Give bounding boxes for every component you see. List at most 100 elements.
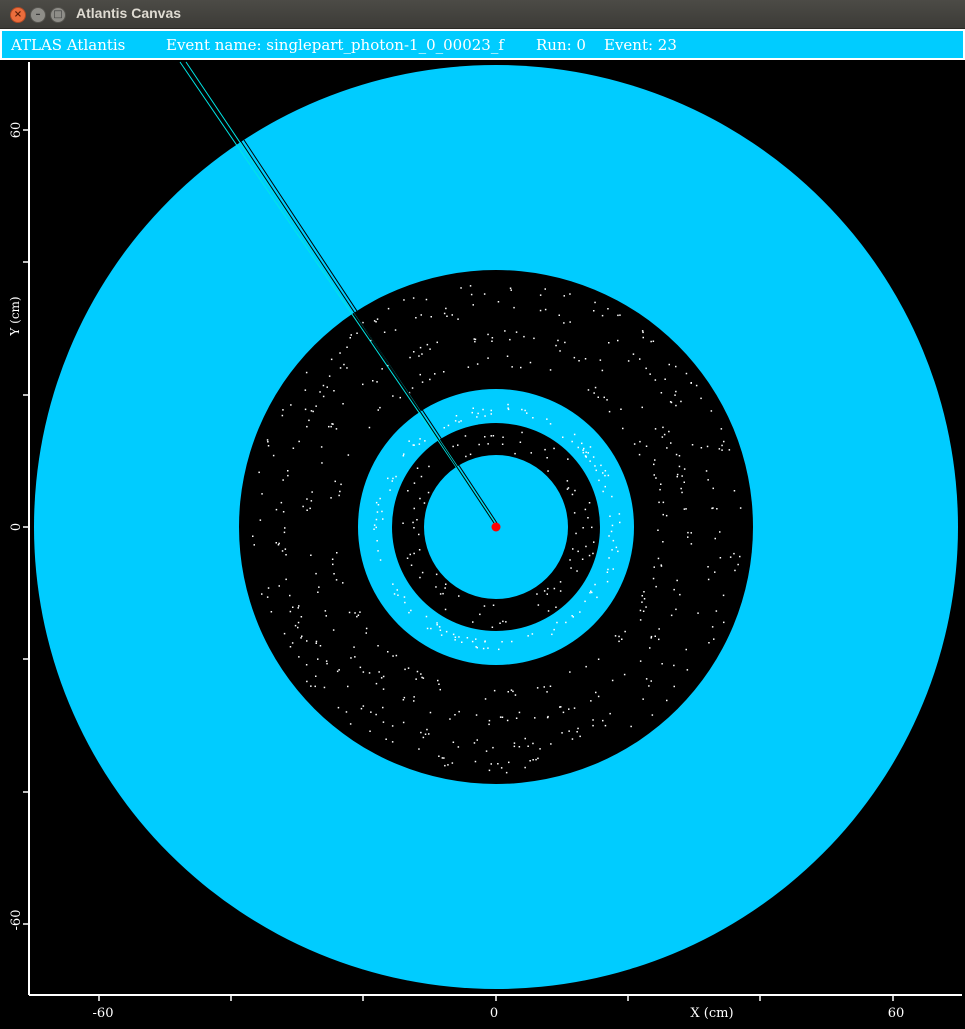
- tracker-hit: [654, 379, 657, 381]
- tracker-hit: [330, 358, 333, 361]
- maximize-window-button[interactable]: □: [50, 7, 66, 23]
- tracker-hit: [413, 527, 415, 529]
- tracker-hit: [376, 540, 378, 542]
- tracker-hit: [261, 593, 263, 595]
- xy-projection-canvas[interactable]: 60 0 -60 Y (cm) -60 0 60 X (cm): [0, 60, 965, 1024]
- tracker-hit: [532, 417, 534, 419]
- tracker-hit: [641, 601, 643, 603]
- tracker-hit: [643, 591, 645, 593]
- tracker-hit: [443, 371, 445, 373]
- tracker-hit: [642, 698, 644, 700]
- tracker-hit: [683, 508, 686, 510]
- tracker-hit: [641, 406, 643, 409]
- tracker-hit: [492, 435, 495, 437]
- tracker-hit: [418, 549, 421, 551]
- tracker-hit: [588, 502, 591, 504]
- tracker-hit: [588, 554, 591, 557]
- tracker-hit: [719, 531, 721, 533]
- tracker-hit: [559, 706, 561, 708]
- tracker-hit: [443, 427, 445, 429]
- tracker-hit: [476, 739, 478, 741]
- tracker-hit: [549, 423, 552, 425]
- title-bar: × – □ Atlantis Canvas: [0, 0, 965, 29]
- tracker-hit: [716, 508, 718, 510]
- tracker-hit: [292, 447, 295, 449]
- tracker-hit: [471, 411, 473, 414]
- tracker-hit: [297, 621, 300, 624]
- tracker-hit: [272, 454, 275, 457]
- tracker-hit: [292, 606, 294, 608]
- tracker-hit: [436, 624, 438, 626]
- tracker-hit: [393, 593, 396, 595]
- tracker-hit: [419, 346, 422, 349]
- tracker-hit: [402, 699, 405, 701]
- tracker-hit: [452, 741, 455, 743]
- minimize-window-button[interactable]: –: [30, 7, 46, 23]
- tracker-hit: [505, 621, 507, 623]
- tracker-hit: [419, 373, 421, 376]
- tracker-hit: [467, 366, 470, 368]
- tracker-hit: [546, 457, 548, 459]
- tracker-hit: [546, 593, 548, 595]
- atlantis-window: × – □ Atlantis Canvas ATLAS Atlantis Eve…: [0, 0, 965, 1024]
- tracker-hit: [587, 389, 590, 391]
- tracker-hit: [452, 633, 455, 636]
- tracker-hit: [678, 455, 681, 457]
- tracker-hit: [419, 438, 421, 440]
- tracker-hit: [413, 351, 415, 353]
- tracker-hit: [283, 632, 286, 635]
- tracker-hit: [539, 309, 542, 312]
- tracker-hit: [306, 509, 308, 511]
- tracker-hit: [382, 688, 385, 690]
- tracker-hit: [490, 763, 492, 765]
- tracker-hit: [680, 487, 682, 490]
- tracker-hit: [531, 633, 534, 635]
- tracker-hit: [382, 706, 384, 709]
- tracker-hit: [501, 641, 503, 643]
- tracker-hit: [285, 554, 287, 556]
- tracker-hit: [546, 691, 548, 693]
- tracker-hit: [333, 573, 335, 575]
- tracker-hit: [576, 570, 578, 572]
- tracker-hit: [674, 394, 676, 396]
- tracker-hit: [422, 736, 425, 739]
- tracker-hit: [479, 613, 481, 616]
- tracker-hit: [319, 391, 321, 393]
- tracker-hit: [587, 517, 589, 519]
- tracker-hit: [444, 764, 446, 767]
- tracker-hit: [392, 477, 394, 480]
- tracker-hit: [713, 638, 715, 640]
- tracker-hit: [457, 318, 459, 320]
- tracker-hit: [515, 717, 518, 719]
- tracker-hit: [343, 363, 345, 366]
- tracker-hit: [512, 690, 514, 693]
- tracker-hit: [687, 536, 689, 538]
- xy-projection-plot[interactable]: 60 0 -60 Y (cm) -60 0 60 X (cm): [0, 60, 965, 1024]
- tracker-hit: [602, 472, 604, 474]
- tracker-hit: [601, 369, 604, 372]
- tracker-hit: [720, 428, 723, 430]
- tracker-hit: [331, 558, 334, 560]
- tracker-hit: [595, 691, 597, 694]
- tracker-hit: [739, 507, 742, 509]
- tracker-hit: [722, 594, 725, 597]
- tracker-hit: [650, 635, 653, 638]
- tracker-hit: [490, 409, 492, 412]
- tracker-hit: [391, 725, 394, 727]
- tracker-hit: [487, 333, 489, 336]
- tracker-hit: [438, 683, 440, 685]
- tracker-hit: [584, 600, 586, 603]
- tracker-hit: [501, 716, 504, 718]
- tracker-hit: [685, 508, 687, 510]
- tracker-hit: [378, 671, 380, 673]
- tracker-hit: [559, 350, 561, 352]
- tracker-hit: [652, 340, 655, 342]
- tracker-hit: [281, 550, 284, 552]
- tracker-hit: [392, 655, 394, 657]
- tracker-hit: [300, 637, 302, 639]
- tracker-hit: [356, 615, 358, 618]
- tracker-hit: [575, 532, 577, 535]
- close-window-button[interactable]: ×: [10, 7, 26, 23]
- tracker-hit: [607, 568, 609, 571]
- tracker-hit: [438, 755, 440, 757]
